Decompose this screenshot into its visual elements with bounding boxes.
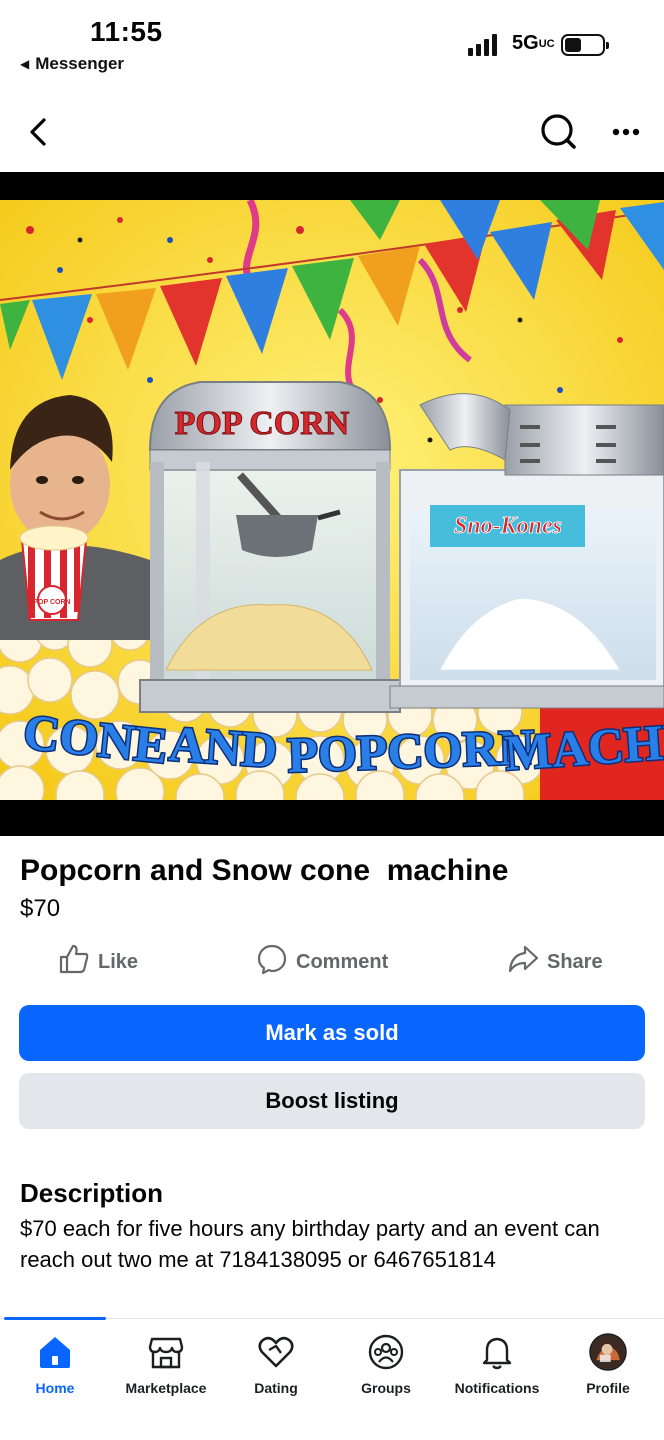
dating-heart-icon xyxy=(257,1333,295,1371)
bell-icon xyxy=(478,1333,516,1371)
listing-title: Popcorn and Snow cone machine xyxy=(20,854,509,887)
tab-notifications[interactable]: Notifications xyxy=(442,1319,552,1409)
network-indicator: 5GUC xyxy=(512,32,555,55)
boost-listing-button[interactable]: Boost listing xyxy=(19,1073,645,1129)
status-time: 11:55 xyxy=(90,16,163,47)
comment-label: Comment xyxy=(296,950,389,973)
tab-notifications-label: Notifications xyxy=(454,1380,540,1396)
top-nav-bar xyxy=(0,100,664,164)
banner-word-popcorn: POPCORN xyxy=(286,718,535,783)
tab-home-label: Home xyxy=(35,1380,75,1396)
marketplace-icon xyxy=(147,1333,185,1371)
thumbs-up-icon xyxy=(58,943,90,981)
profile-avatar xyxy=(589,1333,627,1371)
back-app-label: Messenger xyxy=(35,54,125,73)
tab-home[interactable]: Home xyxy=(0,1319,110,1409)
tab-profile[interactable]: Profile xyxy=(553,1319,663,1409)
search-icon[interactable] xyxy=(536,110,580,154)
battery-icon xyxy=(561,34,609,56)
like-label: Like xyxy=(98,950,139,973)
tab-groups[interactable]: Groups xyxy=(331,1319,441,1409)
listing-photo-illustration: POP CORN POP CORN Sno-Kones CONE AND POP… xyxy=(0,200,664,800)
bag-label: POP CORN xyxy=(33,599,70,606)
banner-word-machine: MACHI xyxy=(503,713,664,781)
tab-marketplace-label: Marketplace xyxy=(125,1380,207,1396)
marketplace-listing-screen: 11:55 ◀ Messenger 5GUC POP CORN POP CORN… xyxy=(0,0,664,1440)
description-heading: Description xyxy=(20,1178,164,1208)
share-button[interactable]: Share xyxy=(507,942,603,982)
tab-dating-label: Dating xyxy=(254,1380,298,1396)
bottom-tab-bar: Home Marketplace Dating Groups Notificat xyxy=(0,1317,664,1440)
tab-groups-label: Groups xyxy=(361,1380,411,1396)
battery-level xyxy=(565,38,582,52)
status-bar: 11:55 ◀ Messenger 5GUC xyxy=(0,0,664,90)
chevron-left-icon[interactable] xyxy=(20,112,60,152)
groups-icon xyxy=(367,1333,405,1371)
share-icon xyxy=(507,943,539,981)
comment-button[interactable]: Comment xyxy=(256,942,388,982)
cellular-signal-icon xyxy=(468,34,497,56)
description-text: $70 each for five hours any birthday par… xyxy=(20,1216,600,1272)
listing-photo[interactable]: POP CORN POP CORN Sno-Kones CONE AND POP… xyxy=(0,172,664,836)
mark-as-sold-button[interactable]: Mark as sold xyxy=(19,1005,645,1061)
more-dots-icon[interactable] xyxy=(606,110,650,154)
tab-marketplace[interactable]: Marketplace xyxy=(111,1319,221,1409)
back-triangle-icon: ◀ xyxy=(20,57,30,71)
listing-actions: Like Comment Share xyxy=(0,942,664,982)
sno-kones-sign-text: Sno-Kones xyxy=(454,513,562,539)
home-icon xyxy=(36,1333,74,1371)
network-sub-label: UC xyxy=(538,38,555,50)
back-to-messenger-link[interactable]: ◀ Messenger xyxy=(20,54,124,74)
tab-profile-label: Profile xyxy=(586,1380,630,1396)
share-label: Share xyxy=(547,950,603,973)
like-button[interactable]: Like xyxy=(58,942,138,982)
listing-price: $70 xyxy=(20,895,61,922)
popcorn-sign-text: POP CORN xyxy=(175,405,350,442)
banner-word-and: AND xyxy=(167,715,279,778)
comment-icon xyxy=(256,943,288,981)
tab-dating[interactable]: Dating xyxy=(221,1319,331,1409)
network-label: 5G xyxy=(512,32,539,54)
